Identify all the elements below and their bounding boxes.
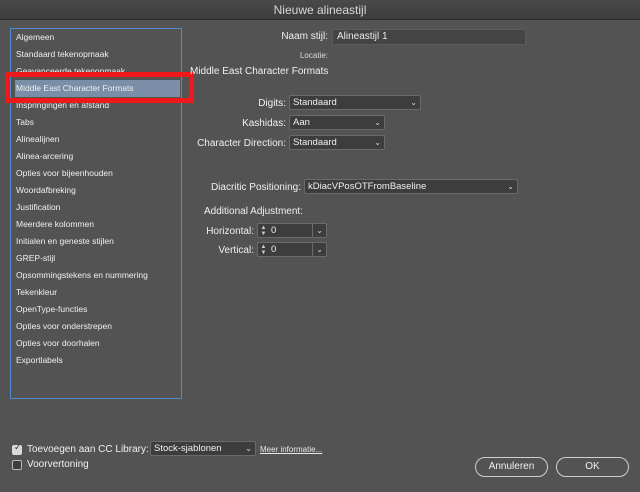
stepper-arrows-icon[interactable]: ▲ ▼	[258, 243, 269, 256]
sidebar-item-opentype-functies[interactable]: OpenType-functies	[15, 301, 180, 318]
sidebar-item-exportlabels[interactable]: Exportlabels	[15, 352, 180, 369]
sidebar-item-alinealijnen[interactable]: Alinealijnen	[15, 131, 180, 148]
char-direction-value: Standaard	[293, 137, 337, 148]
digits-dropdown[interactable]: Standaard ⌄	[289, 95, 421, 110]
horizontal-stepper[interactable]: ▲ ▼ 0 ⌄	[257, 223, 327, 238]
chevron-down-icon: ⌄	[507, 182, 514, 191]
sidebar-item-opties-voor-doorhalen[interactable]: Opties voor doorhalen	[15, 335, 180, 352]
char-direction-label: Character Direction:	[197, 138, 286, 149]
additional-adjustment-label: Additional Adjustment:	[204, 206, 303, 217]
sidebar-item-alinea-arcering[interactable]: Alinea-arcering	[15, 148, 180, 165]
more-info-link[interactable]: Meer informatie...	[260, 445, 322, 454]
sidebar-item-opsommingstekens-en-nummering[interactable]: Opsommingstekens en nummering	[15, 267, 180, 284]
sidebar-item-opties-voor-onderstrepen[interactable]: Opties voor onderstrepen	[15, 318, 180, 335]
library-dropdown[interactable]: Stock-sjablonen ⌄	[150, 441, 256, 456]
cc-library-checkbox[interactable]	[12, 443, 22, 455]
kashidas-dropdown[interactable]: Aan ⌄	[289, 115, 385, 130]
digits-label: Digits:	[258, 98, 286, 109]
section-title: Middle East Character Formats	[190, 66, 329, 77]
chevron-down-icon[interactable]: ⌄	[312, 224, 323, 237]
char-direction-dropdown[interactable]: Standaard ⌄	[289, 135, 385, 150]
chevron-down-icon: ⌄	[245, 444, 252, 453]
location-label: Locatie:	[299, 51, 328, 60]
diacritic-value: kDiacVPosOTFromBaseline	[308, 181, 427, 192]
sidebar-item-algemeen[interactable]: Algemeen	[15, 29, 180, 46]
sidebar-item-woordafbreking[interactable]: Woordafbreking	[15, 182, 180, 199]
digits-value: Standaard	[293, 97, 337, 108]
style-name-field[interactable]: Alineastijl 1	[332, 29, 526, 45]
sidebar-item-grep-stijl[interactable]: GREP-stijl	[15, 250, 180, 267]
chevron-down-icon: ⌄	[374, 118, 381, 127]
sidebar-item-meerdere-kolommen[interactable]: Meerdere kolommen	[15, 216, 180, 233]
vertical-value: 0	[271, 244, 277, 255]
window-title: Nieuwe alineastijl	[0, 0, 640, 20]
chevron-down-icon: ⌄	[410, 98, 417, 107]
vertical-stepper[interactable]: ▲ ▼ 0 ⌄	[257, 242, 327, 257]
stepper-arrows-icon[interactable]: ▲ ▼	[258, 224, 269, 237]
sidebar-item-initialen-en-geneste-stijlen[interactable]: Initialen en geneste stijlen	[15, 233, 180, 250]
sidebar-item-standaard-tekenopmaak[interactable]: Standaard tekenopmaak	[15, 46, 180, 63]
highlight-box	[5, 72, 194, 103]
cc-library-label: Toevoegen aan CC Library:	[27, 444, 149, 455]
sidebar-item-tabs[interactable]: Tabs	[15, 114, 180, 131]
vertical-label: Vertical:	[218, 245, 254, 256]
diacritic-label: Diacritic Positioning:	[210, 182, 301, 193]
sidebar-item-tekenkleur[interactable]: Tekenkleur	[15, 284, 180, 301]
cancel-button[interactable]: Annuleren	[475, 457, 548, 477]
chevron-down-icon[interactable]: ⌄	[312, 243, 323, 256]
kashidas-value: Aan	[293, 117, 310, 128]
diacritic-dropdown[interactable]: kDiacVPosOTFromBaseline ⌄	[304, 179, 518, 194]
style-name-label: Naam stijl:	[281, 31, 328, 42]
kashidas-label: Kashidas:	[242, 118, 286, 129]
horizontal-value: 0	[271, 225, 277, 236]
horizontal-label: Horizontal:	[206, 226, 254, 237]
preview-label: Voorvertoning	[27, 459, 89, 470]
sidebar-item-opties-voor-bijeenhouden[interactable]: Opties voor bijeenhouden	[15, 165, 180, 182]
ok-button[interactable]: OK	[556, 457, 629, 477]
chevron-down-icon: ⌄	[374, 138, 381, 147]
sidebar-item-justification[interactable]: Justification	[15, 199, 180, 216]
preview-checkbox[interactable]	[12, 460, 22, 470]
library-value: Stock-sjablonen	[154, 443, 222, 454]
